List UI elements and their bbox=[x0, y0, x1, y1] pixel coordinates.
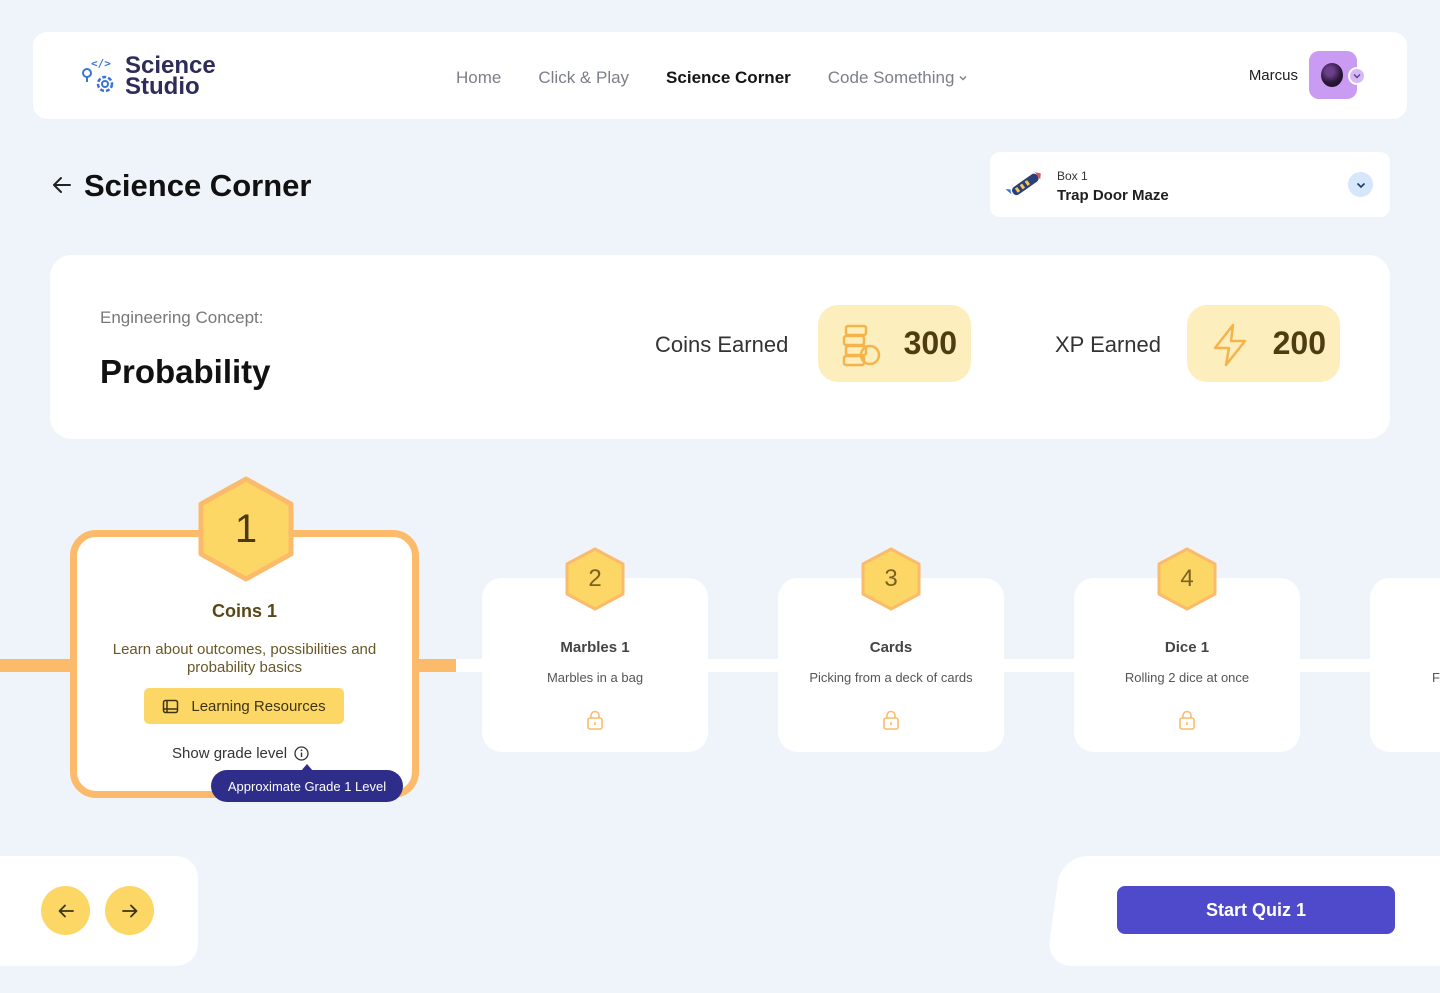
arrow-left-icon bbox=[58, 904, 74, 917]
coins-earned-pill: 300 bbox=[818, 305, 971, 382]
back-arrow-icon[interactable] bbox=[52, 176, 72, 194]
track-connector bbox=[0, 659, 72, 672]
arrow-right-icon bbox=[121, 904, 137, 917]
level-description: Learn about outcomes, possibilities and … bbox=[112, 641, 377, 676]
show-grade-level-link[interactable]: Show grade level bbox=[172, 745, 309, 762]
level-number: 3 bbox=[884, 565, 898, 592]
lock-icon bbox=[883, 710, 899, 730]
level-card-active[interactable]: 1 Coins 1 Learn about outcomes, possibil… bbox=[70, 476, 419, 798]
user-menu[interactable]: Marcus bbox=[1248, 51, 1366, 99]
nav-science-corner[interactable]: Science Corner bbox=[666, 68, 791, 88]
xp-earned-pill: 200 bbox=[1187, 305, 1340, 382]
level-title: Dice 1 bbox=[1164, 639, 1210, 656]
track-connector bbox=[417, 659, 457, 672]
svg-text:</>: </> bbox=[91, 57, 111, 70]
info-icon[interactable] bbox=[294, 746, 309, 761]
show-grade-level-label: Show grade level bbox=[172, 745, 288, 762]
avatar[interactable] bbox=[1309, 51, 1366, 99]
level-card-partial[interactable]: Fa bbox=[1370, 578, 1440, 752]
grade-level-tooltip: Approximate Grade 1 Level bbox=[211, 764, 403, 802]
level-number: 2 bbox=[588, 565, 602, 592]
nav-home[interactable]: Home bbox=[456, 68, 501, 88]
level-description: Marbles in a bag bbox=[546, 670, 644, 685]
nav-science-corner-label: Science Corner bbox=[666, 68, 791, 87]
level-description: Fa bbox=[1432, 670, 1440, 685]
page-title: Science Corner bbox=[84, 168, 312, 203]
logo-text-line2: Studio bbox=[125, 73, 200, 100]
xp-earned-value: 200 bbox=[1272, 325, 1326, 361]
level-title: Marbles 1 bbox=[560, 639, 630, 656]
concept-name: Probability bbox=[100, 353, 271, 390]
start-quiz-button[interactable]: Start Quiz 1 bbox=[1117, 886, 1395, 934]
chevron-down-icon[interactable] bbox=[1348, 67, 1366, 85]
user-name: Marcus bbox=[1248, 66, 1298, 84]
logo[interactable]: </> Science Studio bbox=[81, 54, 216, 100]
science-studio-logo-icon: </> bbox=[81, 54, 121, 98]
next-button[interactable] bbox=[105, 886, 154, 935]
level-card[interactable]: 3 Cards Picking from a deck of cards bbox=[778, 547, 1004, 752]
level-title: Cards bbox=[869, 639, 913, 656]
level-description: Rolling 2 dice at once bbox=[1124, 670, 1250, 685]
level-description: Picking from a deck of cards bbox=[809, 670, 973, 685]
level-number: 4 bbox=[1180, 565, 1194, 592]
main-nav: Home Click & Play Science Corner Code So… bbox=[456, 68, 1005, 88]
previous-button[interactable] bbox=[41, 886, 90, 935]
lock-icon bbox=[1179, 710, 1195, 730]
lock-icon bbox=[587, 710, 603, 730]
level-number: 1 bbox=[234, 506, 258, 551]
lightning-icon bbox=[1213, 323, 1247, 367]
xp-earned-label: XP Earned bbox=[1055, 332, 1162, 357]
book-icon bbox=[163, 699, 179, 713]
nav-click-play-label: Click & Play bbox=[538, 68, 630, 87]
nav-home-label: Home bbox=[456, 68, 502, 87]
chevron-down-icon bbox=[959, 76, 967, 81]
concept-label: Engineering Concept: bbox=[100, 308, 264, 327]
learning-resources-label: Learning Resources bbox=[191, 697, 326, 715]
nav-code-something-label: Code Something bbox=[827, 68, 955, 87]
rocket-icon bbox=[1006, 172, 1041, 196]
top-navbar: </> Science Studio Home Click & Play Sci… bbox=[33, 32, 1407, 119]
box-name: Trap Door Maze bbox=[1057, 187, 1169, 204]
chevron-down-icon[interactable] bbox=[1348, 172, 1373, 197]
learning-resources-button[interactable]: Learning Resources bbox=[144, 688, 344, 724]
level-card[interactable]: 2 Marbles 1 Marbles in a bag bbox=[482, 547, 708, 752]
level-title: Coins 1 bbox=[211, 601, 277, 621]
avatar-image bbox=[1321, 63, 1343, 87]
box-selector-dropdown[interactable]: Box 1 Trap Door Maze bbox=[990, 152, 1390, 217]
coins-icon bbox=[842, 324, 881, 367]
coins-earned-value: 300 bbox=[903, 325, 957, 361]
coins-earned-label: Coins Earned bbox=[655, 332, 789, 357]
level-card[interactable]: 4 Dice 1 Rolling 2 dice at once bbox=[1074, 547, 1300, 752]
concept-card: Engineering Concept: Probability Coins E… bbox=[50, 255, 1390, 439]
box-label: Box 1 bbox=[1057, 169, 1088, 183]
nav-click-play[interactable]: Click & Play bbox=[538, 68, 629, 88]
nav-code-something[interactable]: Code Something bbox=[828, 68, 969, 88]
pager-panel bbox=[0, 856, 198, 966]
